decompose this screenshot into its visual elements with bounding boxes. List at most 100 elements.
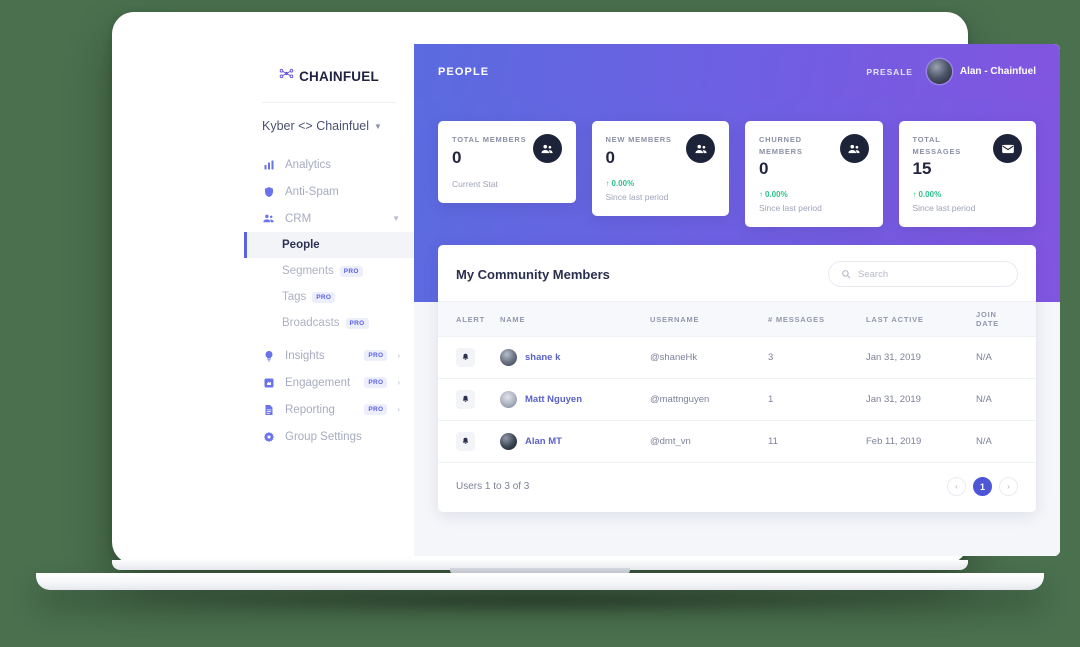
sidebar-item-segments[interactable]: Segments PRO (244, 258, 414, 284)
stat-card-churned-members: CHURNED MEMBERS 0 ↑ 0.00% Since last per… (745, 121, 883, 228)
stat-label: NEW MEMBERS (605, 135, 672, 144)
page-number-1[interactable]: 1 (973, 477, 992, 497)
users-icon (262, 212, 275, 225)
pro-badge: PRO (312, 291, 336, 303)
table-row[interactable]: shane k @shaneHk 3 Jan 31, 2019 N/A (438, 336, 1036, 380)
cell-join-date: N/A (976, 378, 1036, 422)
pro-badge: PRO (364, 404, 388, 415)
stat-card-new-members: NEW MEMBERS 0 ↑ 0.00% Since last period (591, 121, 729, 216)
sidebar-item-label: Group Settings (285, 430, 362, 443)
stat-sub: Since last period (605, 191, 669, 202)
shield-icon (262, 185, 275, 198)
stat-delta-value: 0.00% (765, 190, 788, 200)
column-header-alert[interactable]: ALERT (438, 301, 500, 338)
main-region: PEOPLE PRESALE Alan - Chainfuel TOTAL ME… (414, 44, 1060, 556)
laptop-screen: CHAINFUEL Kyber <> Chainfuel ▼ Analytics… (244, 44, 1060, 556)
sidebar-item-people[interactable]: People (244, 232, 414, 258)
sidebar-item-group-settings[interactable]: Group Settings (244, 423, 414, 450)
envelope-icon (993, 134, 1022, 163)
sidebar-item-anti-spam[interactable]: Anti-Spam (244, 178, 414, 205)
megaphone-icon (262, 376, 275, 389)
chevron-left-icon[interactable]: ‹ (947, 477, 966, 497)
bell-icon[interactable] (456, 432, 475, 452)
cell-join-date: N/A (976, 420, 1036, 464)
sidebar-subitem-label: Broadcasts (282, 317, 340, 329)
sidebar-item-insights[interactable]: Insights PRO › (244, 342, 414, 369)
topbar-right: PRESALE Alan - Chainfuel (866, 59, 1036, 84)
stat-sub: Since last period (912, 203, 976, 214)
content-area: TOTAL MEMBERS 0 Current Stat NEW MEMBERS… (414, 99, 1060, 556)
laptop-shadow (130, 588, 950, 614)
chevron-down-icon: ▼ (374, 121, 382, 131)
sidebar-item-analytics[interactable]: Analytics (244, 151, 414, 178)
column-header-messages[interactable]: # MESSAGES (768, 301, 866, 338)
column-header-username[interactable]: USERNAME (650, 301, 768, 338)
workspace-switcher[interactable]: Kyber <> Chainfuel ▼ (244, 103, 414, 151)
molecule-icon (279, 66, 294, 86)
lightbulb-icon (262, 349, 275, 362)
cell-last-active: Feb 11, 2019 (866, 420, 976, 464)
chevron-right-icon[interactable]: › (999, 477, 1018, 497)
users-icon (686, 134, 715, 163)
cell-alert (438, 336, 500, 380)
cell-username: @dmt_vn (650, 420, 768, 464)
sidebar-item-broadcasts[interactable]: Broadcasts PRO (244, 310, 414, 336)
member-name[interactable]: Matt Nguyen (525, 394, 582, 405)
stat-delta-value: 0.00% (611, 178, 635, 188)
user-name: Alan - Chainfuel (959, 66, 1036, 77)
sidebar-item-engagement[interactable]: Engagement PRO › (244, 369, 414, 396)
avatar (500, 349, 517, 367)
sidebar-item-reporting[interactable]: Reporting PRO › (244, 396, 414, 423)
stat-value: 0 (452, 147, 462, 167)
pagination-summary: Users 1 to 3 of 3 (456, 481, 530, 493)
cell-username: @shaneHk (650, 336, 768, 380)
document-icon (262, 403, 275, 416)
bell-icon[interactable] (456, 348, 475, 368)
stat-delta: ↑ 0.00% (759, 190, 869, 199)
stat-value: 0 (605, 147, 615, 167)
sidebar-lower-group: Insights PRO › Engagement PRO › Reportin… (244, 342, 414, 450)
arrow-up-icon: ↑ (759, 190, 763, 200)
member-name[interactable]: Alan MT (525, 436, 562, 447)
pagination: ‹ 1 › (947, 477, 1018, 497)
sidebar-item-tags[interactable]: Tags PRO (244, 284, 414, 310)
table-footer: Users 1 to 3 of 3 ‹ 1 › (438, 463, 1036, 512)
page-title: PEOPLE (438, 65, 490, 78)
members-table: ALERT NAME USERNAME # MESSAGES LAST ACTI… (438, 301, 1036, 464)
bell-icon[interactable] (456, 390, 475, 410)
stat-value: 0 (759, 159, 769, 179)
pro-badge: PRO (345, 317, 369, 329)
stat-delta-value: 0.00% (918, 190, 942, 200)
column-header-last-active[interactable]: LAST ACTIVE (866, 301, 976, 338)
search-box[interactable] (828, 261, 1018, 288)
column-header-join-date[interactable]: JOIN DATE (976, 301, 1036, 338)
table-row[interactable]: Alan MT @dmt_vn 11 Feb 11, 2019 N/A (438, 420, 1036, 464)
table-head: ALERT NAME USERNAME # MESSAGES LAST ACTI… (438, 301, 1036, 338)
laptop-lid: CHAINFUEL Kyber <> Chainfuel ▼ Analytics… (112, 12, 1060, 564)
stat-card-total-members: TOTAL MEMBERS 0 Current Stat (438, 121, 576, 203)
stat-delta: ↑ 0.00% (913, 190, 1023, 199)
arrow-up-icon: ↑ (912, 190, 917, 200)
sidebar-subitem-label: People (282, 239, 320, 251)
cell-messages: 1 (768, 378, 866, 422)
app-window: CHAINFUEL Kyber <> Chainfuel ▼ Analytics… (244, 44, 1060, 556)
sidebar-item-crm[interactable]: CRM ▼ (244, 205, 414, 232)
chevron-right-icon: › (397, 378, 400, 387)
sidebar-item-label: Anti-Spam (285, 185, 339, 198)
cell-last-active: Jan 31, 2019 (866, 336, 976, 380)
stat-label: TOTAL MESSAGES (912, 135, 962, 156)
brand-logo[interactable]: CHAINFUEL (244, 66, 414, 102)
member-name[interactable]: shane k (525, 352, 560, 363)
arrow-up-icon: ↑ (605, 178, 610, 188)
stat-card-total-messages: TOTAL MESSAGES 15 ↑ 0.00% Since last per… (898, 121, 1036, 228)
user-menu[interactable]: Alan - Chainfuel (926, 59, 1036, 84)
table-row[interactable]: Matt Nguyen @mattnguyen 1 Jan 31, 2019 N… (438, 378, 1036, 422)
pro-badge: PRO (364, 377, 388, 388)
table-title: My Community Members (456, 266, 610, 282)
sidebar-item-label: Reporting (285, 403, 335, 416)
laptop-mockup: CHAINFUEL Kyber <> Chainfuel ▼ Analytics… (0, 0, 1080, 647)
table-body: shane k @shaneHk 3 Jan 31, 2019 N/A Matt… (438, 336, 1036, 464)
column-header-name[interactable]: NAME (500, 301, 650, 338)
sidebar-subitem-label: Segments (282, 265, 334, 277)
search-input[interactable] (858, 268, 1005, 280)
